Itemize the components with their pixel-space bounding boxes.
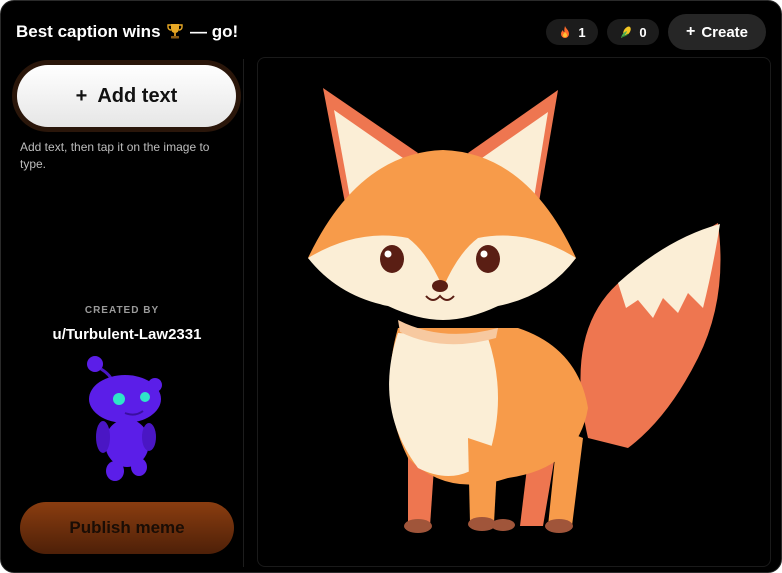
add-text-button[interactable]: + Add text (17, 65, 236, 127)
publish-meme-button[interactable]: Publish meme (20, 502, 234, 554)
title-prefix: Best caption wins (16, 22, 161, 41)
fire-icon (561, 26, 570, 38)
fox-image (308, 88, 721, 533)
plus-icon: + (75, 84, 88, 107)
title-suffix: — go! (190, 22, 239, 41)
add-text-label: Add text (97, 84, 178, 107)
creator-username[interactable]: u/Turbulent-Law2331 (1, 326, 253, 343)
app-frame: Best caption wins — go! 1 0 + Create + A… (0, 0, 782, 573)
add-text-button-outline: + Add text (12, 60, 241, 132)
add-text-hint: Add text, then tap it on the image to ty… (20, 140, 210, 171)
corn-counter[interactable]: 0 (607, 19, 659, 45)
fire-counter[interactable]: 1 (546, 19, 598, 45)
plus-icon: + (685, 23, 696, 40)
corn-count: 0 (639, 24, 647, 40)
corn-icon (621, 26, 632, 38)
trophy-icon (167, 24, 183, 39)
meme-canvas[interactable] (257, 57, 771, 567)
created-by-label: CREATED BY (84, 305, 160, 316)
create-button[interactable]: + Create (668, 14, 766, 50)
sidebar-divider (243, 59, 244, 567)
fire-count: 1 (578, 24, 586, 40)
snoo-avatar (87, 356, 162, 481)
page-title: Best caption wins — go! (16, 21, 238, 43)
create-label: Create (701, 23, 749, 41)
